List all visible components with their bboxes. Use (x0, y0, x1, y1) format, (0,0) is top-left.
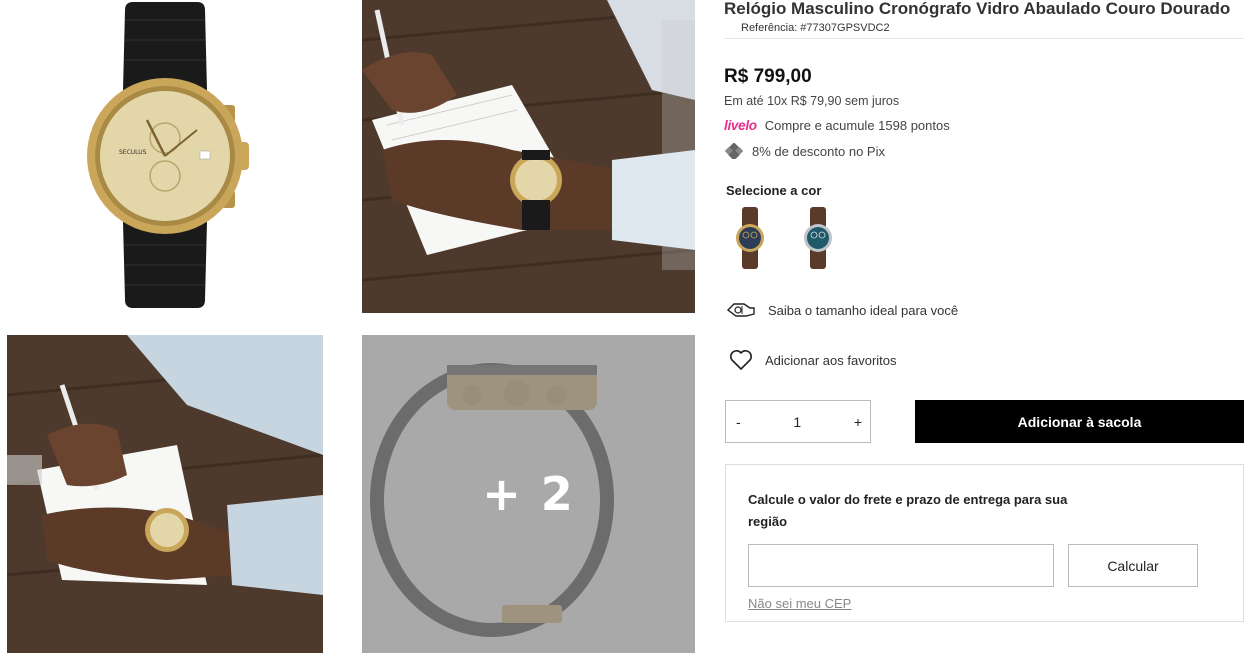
shipping-title: Calcule o valor do frete e prazo de entr… (748, 492, 1068, 529)
gallery-image-lifestyle-2[interactable] (7, 335, 323, 653)
gallery-image-main[interactable]: SECULUS (7, 0, 323, 313)
watch-writing-image (7, 335, 323, 653)
pix-discount: 8% de desconto no Pix (724, 143, 1244, 159)
pix-icon (724, 143, 744, 159)
installments-text: Em até 10x R$ 79,90 sem juros (724, 94, 900, 108)
add-favorites-link[interactable]: Adicionar aos favoritos (729, 349, 897, 371)
heart-icon (730, 350, 752, 370)
gallery-image-more[interactable]: + 2 (362, 335, 695, 653)
more-images-overlay[interactable]: + 2 (362, 335, 695, 653)
calculate-button[interactable]: Calcular (1068, 544, 1198, 587)
watch-brand-text: SECULUS (119, 149, 147, 156)
qty-decrease-button[interactable]: - (736, 414, 741, 430)
gallery-image-lifestyle-1[interactable] (362, 0, 695, 313)
shipping-calculator: Calcule o valor do frete e prazo de entr… (725, 464, 1244, 622)
watch-front-image: SECULUS (7, 0, 323, 313)
watch-wrist-image (362, 0, 695, 313)
add-to-bag-button[interactable]: Adicionar à sacola (915, 400, 1244, 443)
color-swatch-silver-teal[interactable] (798, 207, 838, 269)
quantity-stepper: - 1 + (725, 400, 871, 443)
product-reference: Referência: #77307GPSVDC2 (741, 22, 890, 34)
size-guide-text: Saiba o tamanho ideal para você (768, 302, 959, 318)
color-swatch-gold-blue[interactable] (730, 207, 770, 269)
more-images-count: + 2 (482, 467, 575, 521)
qty-value[interactable]: 1 (793, 414, 801, 430)
livelo-logo: livelo (724, 118, 757, 133)
divider (724, 38, 1244, 39)
product-info-panel: Relógio Masculino Cronógrafo Vidro Abaul… (724, 0, 1244, 269)
cep-input[interactable] (748, 544, 1054, 587)
livelo-text: Compre e acumule 1598 pontos (764, 118, 950, 133)
product-title: Relógio Masculino Cronógrafo Vidro Abaul… (724, 0, 1231, 18)
color-swatches (730, 207, 1244, 269)
pix-text: 8% de desconto no Pix (752, 143, 885, 159)
qty-increase-button[interactable]: + (854, 414, 862, 430)
add-favorites-text: Adicionar aos favoritos (765, 352, 897, 368)
unknown-cep-link[interactable]: Não sei meu CEP (748, 596, 851, 611)
product-price: R$ 799,00 (724, 66, 812, 87)
livelo-points: livelo Compre e acumule 1598 pontos (724, 118, 1244, 133)
size-guide-link[interactable]: Saiba o tamanho ideal para você (726, 300, 958, 320)
color-selector-label: Selecione a cor (726, 183, 822, 198)
hand-measure-icon (726, 303, 755, 317)
